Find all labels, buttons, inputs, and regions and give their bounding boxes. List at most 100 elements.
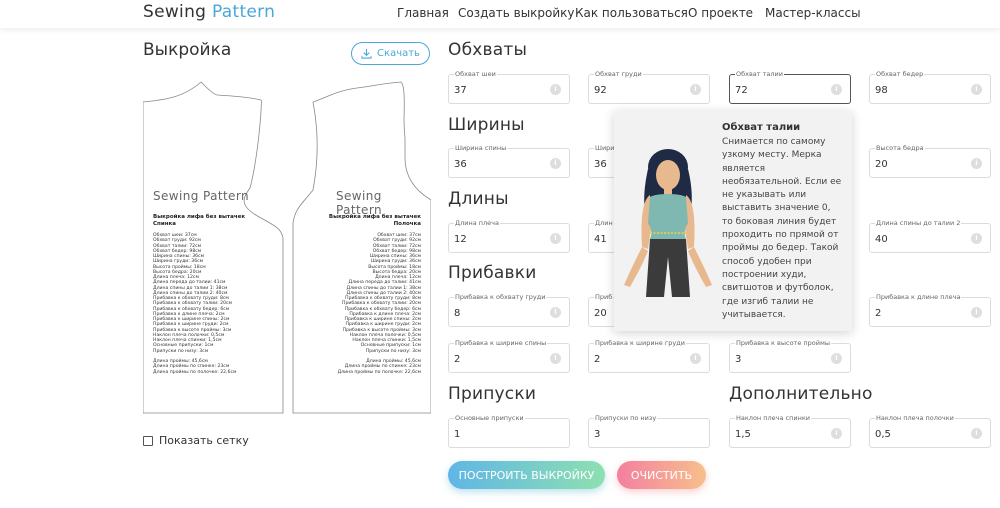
pattern-front-measurements: Обхват шеи: 37см Обхват груди: 92см Обхв… [337, 233, 421, 375]
field-value[interactable]: 92 [594, 85, 607, 96]
info-icon[interactable]: i [971, 233, 982, 244]
field-label: Основные припуски [454, 414, 525, 422]
allowance-armhole-field[interactable]: Прибавка к высоте проймы 3 i [729, 339, 851, 373]
info-icon[interactable]: i [971, 307, 982, 318]
field-label: Длина плеча [454, 219, 500, 227]
show-grid-checkbox[interactable]: Показать сетку [143, 434, 249, 447]
info-icon[interactable]: i [690, 84, 701, 95]
download-icon [361, 48, 372, 59]
field-label: Длина спины до талии 2 [875, 219, 962, 227]
nav-about[interactable]: О проекте [688, 6, 753, 20]
info-icon[interactable]: i [971, 84, 982, 95]
info-icon[interactable]: i [550, 233, 561, 244]
info-icon[interactable]: i [550, 307, 561, 318]
field-label: Наклон плеча спинки [735, 414, 811, 422]
info-icon[interactable]: i [971, 158, 982, 169]
allowance-chest-width-field[interactable]: Прибавка к ширине груди 2 i [588, 339, 710, 373]
main-seam-field[interactable]: Основные припуски 1 [448, 414, 570, 448]
nav-home[interactable]: Главная [397, 6, 449, 20]
field-value[interactable]: 3 [594, 429, 600, 440]
field-label: Обхват груди [594, 70, 643, 78]
field-value[interactable]: 20 [594, 308, 607, 319]
section-extra-title: Дополнительно [729, 384, 873, 404]
checkbox-box[interactable] [143, 435, 153, 446]
back-shoulder-tilt-field[interactable]: Наклон плеча спинки 1,5 i [729, 414, 851, 448]
nav-create-pattern[interactable]: Создать выкройку [458, 6, 575, 20]
bottom-seam-field[interactable]: Припуски по низу 3 [588, 414, 710, 448]
field-value[interactable]: 36 [454, 159, 467, 170]
info-icon[interactable]: i [831, 428, 842, 439]
field-label: Наклон плеча полочки [875, 414, 955, 422]
field-value[interactable]: 12 [454, 234, 467, 245]
top-header: Sewing Pattern Главная Создать выкройку … [0, 0, 1000, 28]
download-button[interactable]: Скачать [351, 42, 430, 65]
nav-master-classes[interactable]: Мастер-классы [765, 6, 861, 20]
field-label: Обхват шеи [454, 70, 497, 78]
field-value[interactable]: 1,5 [735, 429, 751, 440]
logo-text-pattern: Pattern [211, 2, 276, 22]
pattern-back-title: Выкройка лифа без вытачек Спинка [153, 214, 246, 227]
pattern-canvas: Sewing Pattern Sewing Pattern Выкройка л… [142, 78, 432, 430]
hips-girth-field[interactable]: Обхват бедер 98 i [869, 70, 991, 104]
field-value[interactable]: 37 [454, 85, 467, 96]
info-icon[interactable]: i [831, 353, 842, 364]
pattern-watermark-back: Sewing Pattern [153, 189, 249, 203]
field-value[interactable]: 41 [594, 234, 607, 245]
field-value[interactable]: 1 [454, 429, 460, 440]
section-widths-title: Ширины [448, 115, 525, 135]
site-logo[interactable]: Sewing Pattern [143, 2, 275, 22]
allowance-chest-field[interactable]: Прибавка к обхвату груди 8 i [448, 293, 570, 327]
waist-info-tooltip: Обхват талии Снимается по самому узкому … [614, 111, 852, 331]
info-icon[interactable]: i [831, 84, 842, 95]
field-label: Ширина спины [454, 144, 508, 152]
pattern-back-measurements: Обхват шеи: 37см Обхват груди: 92см Обхв… [153, 233, 237, 375]
info-icon[interactable]: i [550, 158, 561, 169]
back-width-field[interactable]: Ширина спины 36 i [448, 144, 570, 178]
field-value[interactable]: 2 [454, 354, 460, 365]
field-label: Прибавка к длине плеча [875, 293, 962, 301]
pattern-watermark-front: Sewing Pattern [336, 189, 382, 217]
logo-text-sewing: Sewing [143, 2, 207, 22]
allowance-shoulder-field[interactable]: Прибавка к длине плеча 2 i [869, 293, 991, 327]
field-label: Высота бедра [875, 144, 925, 152]
build-pattern-button[interactable]: ПОСТРОИТЬ ВЫКРОЙКУ [448, 461, 605, 489]
section-girths-title: Обхваты [448, 40, 528, 60]
waist-girth-field[interactable]: Обхват талии 72 i [729, 70, 851, 104]
field-value[interactable]: 36 [594, 159, 607, 170]
field-label: Прибавка к ширине спины [454, 339, 548, 347]
field-value[interactable]: 98 [875, 85, 888, 96]
field-label: Прибавка к обхвату груди [454, 293, 547, 301]
tooltip-text: Снимается по самому узкому месту. Мерка … [722, 137, 842, 320]
field-value[interactable]: 0,5 [875, 429, 891, 440]
back-length-2-field[interactable]: Длина спины до талии 2 40 i [869, 219, 991, 253]
field-value[interactable]: 72 [735, 85, 748, 96]
field-value[interactable]: 40 [875, 234, 888, 245]
field-label: Приб [594, 293, 614, 301]
section-seams-title: Припуски [448, 384, 537, 404]
pattern-front-title: Выкройка лифа без вытачек Полочка [328, 214, 421, 227]
info-icon[interactable]: i [971, 428, 982, 439]
clear-button[interactable]: ОЧИСТИТЬ [617, 461, 706, 489]
field-label: Обхват бедер [875, 70, 925, 78]
field-label: Длин [594, 219, 614, 227]
woman-illustration [624, 149, 712, 297]
front-shoulder-tilt-field[interactable]: Наклон плеча полочки 0,5 i [869, 414, 991, 448]
info-icon[interactable]: i [690, 353, 701, 364]
field-value[interactable]: 2 [594, 354, 600, 365]
allowance-back-width-field[interactable]: Прибавка к ширине спины 2 i [448, 339, 570, 373]
shoulder-length-field[interactable]: Длина плеча 12 i [448, 219, 570, 253]
neck-girth-field[interactable]: Обхват шеи 37 i [448, 70, 570, 104]
pattern-title: Выкройка [143, 40, 232, 60]
hip-height-field[interactable]: Высота бедра 20 i [869, 144, 991, 178]
field-value[interactable]: 8 [454, 308, 460, 319]
download-label: Скачать [377, 48, 420, 59]
info-icon[interactable]: i [550, 353, 561, 364]
field-value[interactable]: 20 [875, 159, 888, 170]
field-label: Обхват талии [735, 70, 785, 78]
chest-girth-field[interactable]: Обхват груди 92 i [588, 70, 710, 104]
field-value[interactable]: 2 [875, 308, 881, 319]
nav-how-to-use[interactable]: Как пользоваться [575, 6, 688, 20]
field-value[interactable]: 3 [735, 354, 741, 365]
info-icon[interactable]: i [550, 84, 561, 95]
show-grid-label: Показать сетку [159, 434, 249, 447]
